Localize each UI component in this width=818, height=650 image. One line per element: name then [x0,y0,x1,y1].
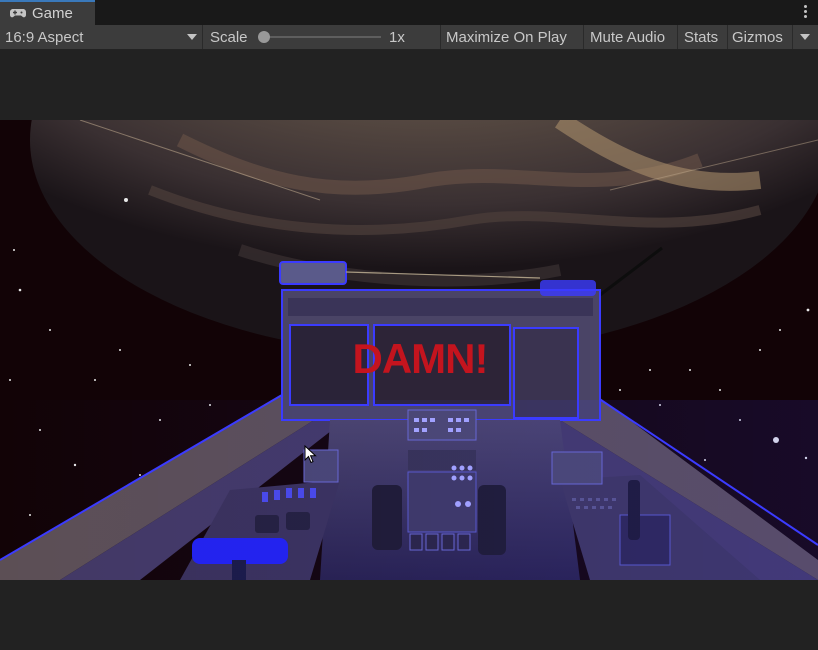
divider [202,25,203,49]
mute-audio-button[interactable]: Mute Audio [590,25,665,49]
more-options-icon[interactable] [802,3,808,21]
divider [727,25,728,49]
scale-label: Scale [210,28,248,46]
tab-game-label: Game [32,5,73,22]
scale-slider-track[interactable] [260,36,381,38]
aspect-dropdown-label: 16:9 Aspect [5,28,84,46]
game-toolbar: 16:9 Aspect Scale 1x Maximize On Play Mu… [0,25,818,50]
gizmos-button[interactable]: Gizmos [732,25,783,49]
aspect-dropdown[interactable]: 16:9 Aspect [5,25,200,49]
chevron-down-icon [187,34,197,40]
gamepad-icon [10,6,26,22]
mouse-cursor-icon [304,445,317,464]
scale-slider-handle[interactable] [258,31,270,43]
divider [440,25,441,49]
divider [583,25,584,49]
tab-game[interactable]: Game [0,0,95,25]
game-render[interactable]: DAMN! [0,120,818,580]
chevron-down-icon [800,34,810,40]
game-overlay-message: DAMN! [352,335,489,382]
stats-button[interactable]: Stats [684,25,718,49]
divider [792,25,793,49]
scale-value: 1x [389,28,405,46]
tab-bar: Game [0,0,818,25]
gizmos-dropdown-button[interactable] [796,25,814,49]
maximize-on-play-button[interactable]: Maximize On Play [446,25,567,49]
divider [677,25,678,49]
